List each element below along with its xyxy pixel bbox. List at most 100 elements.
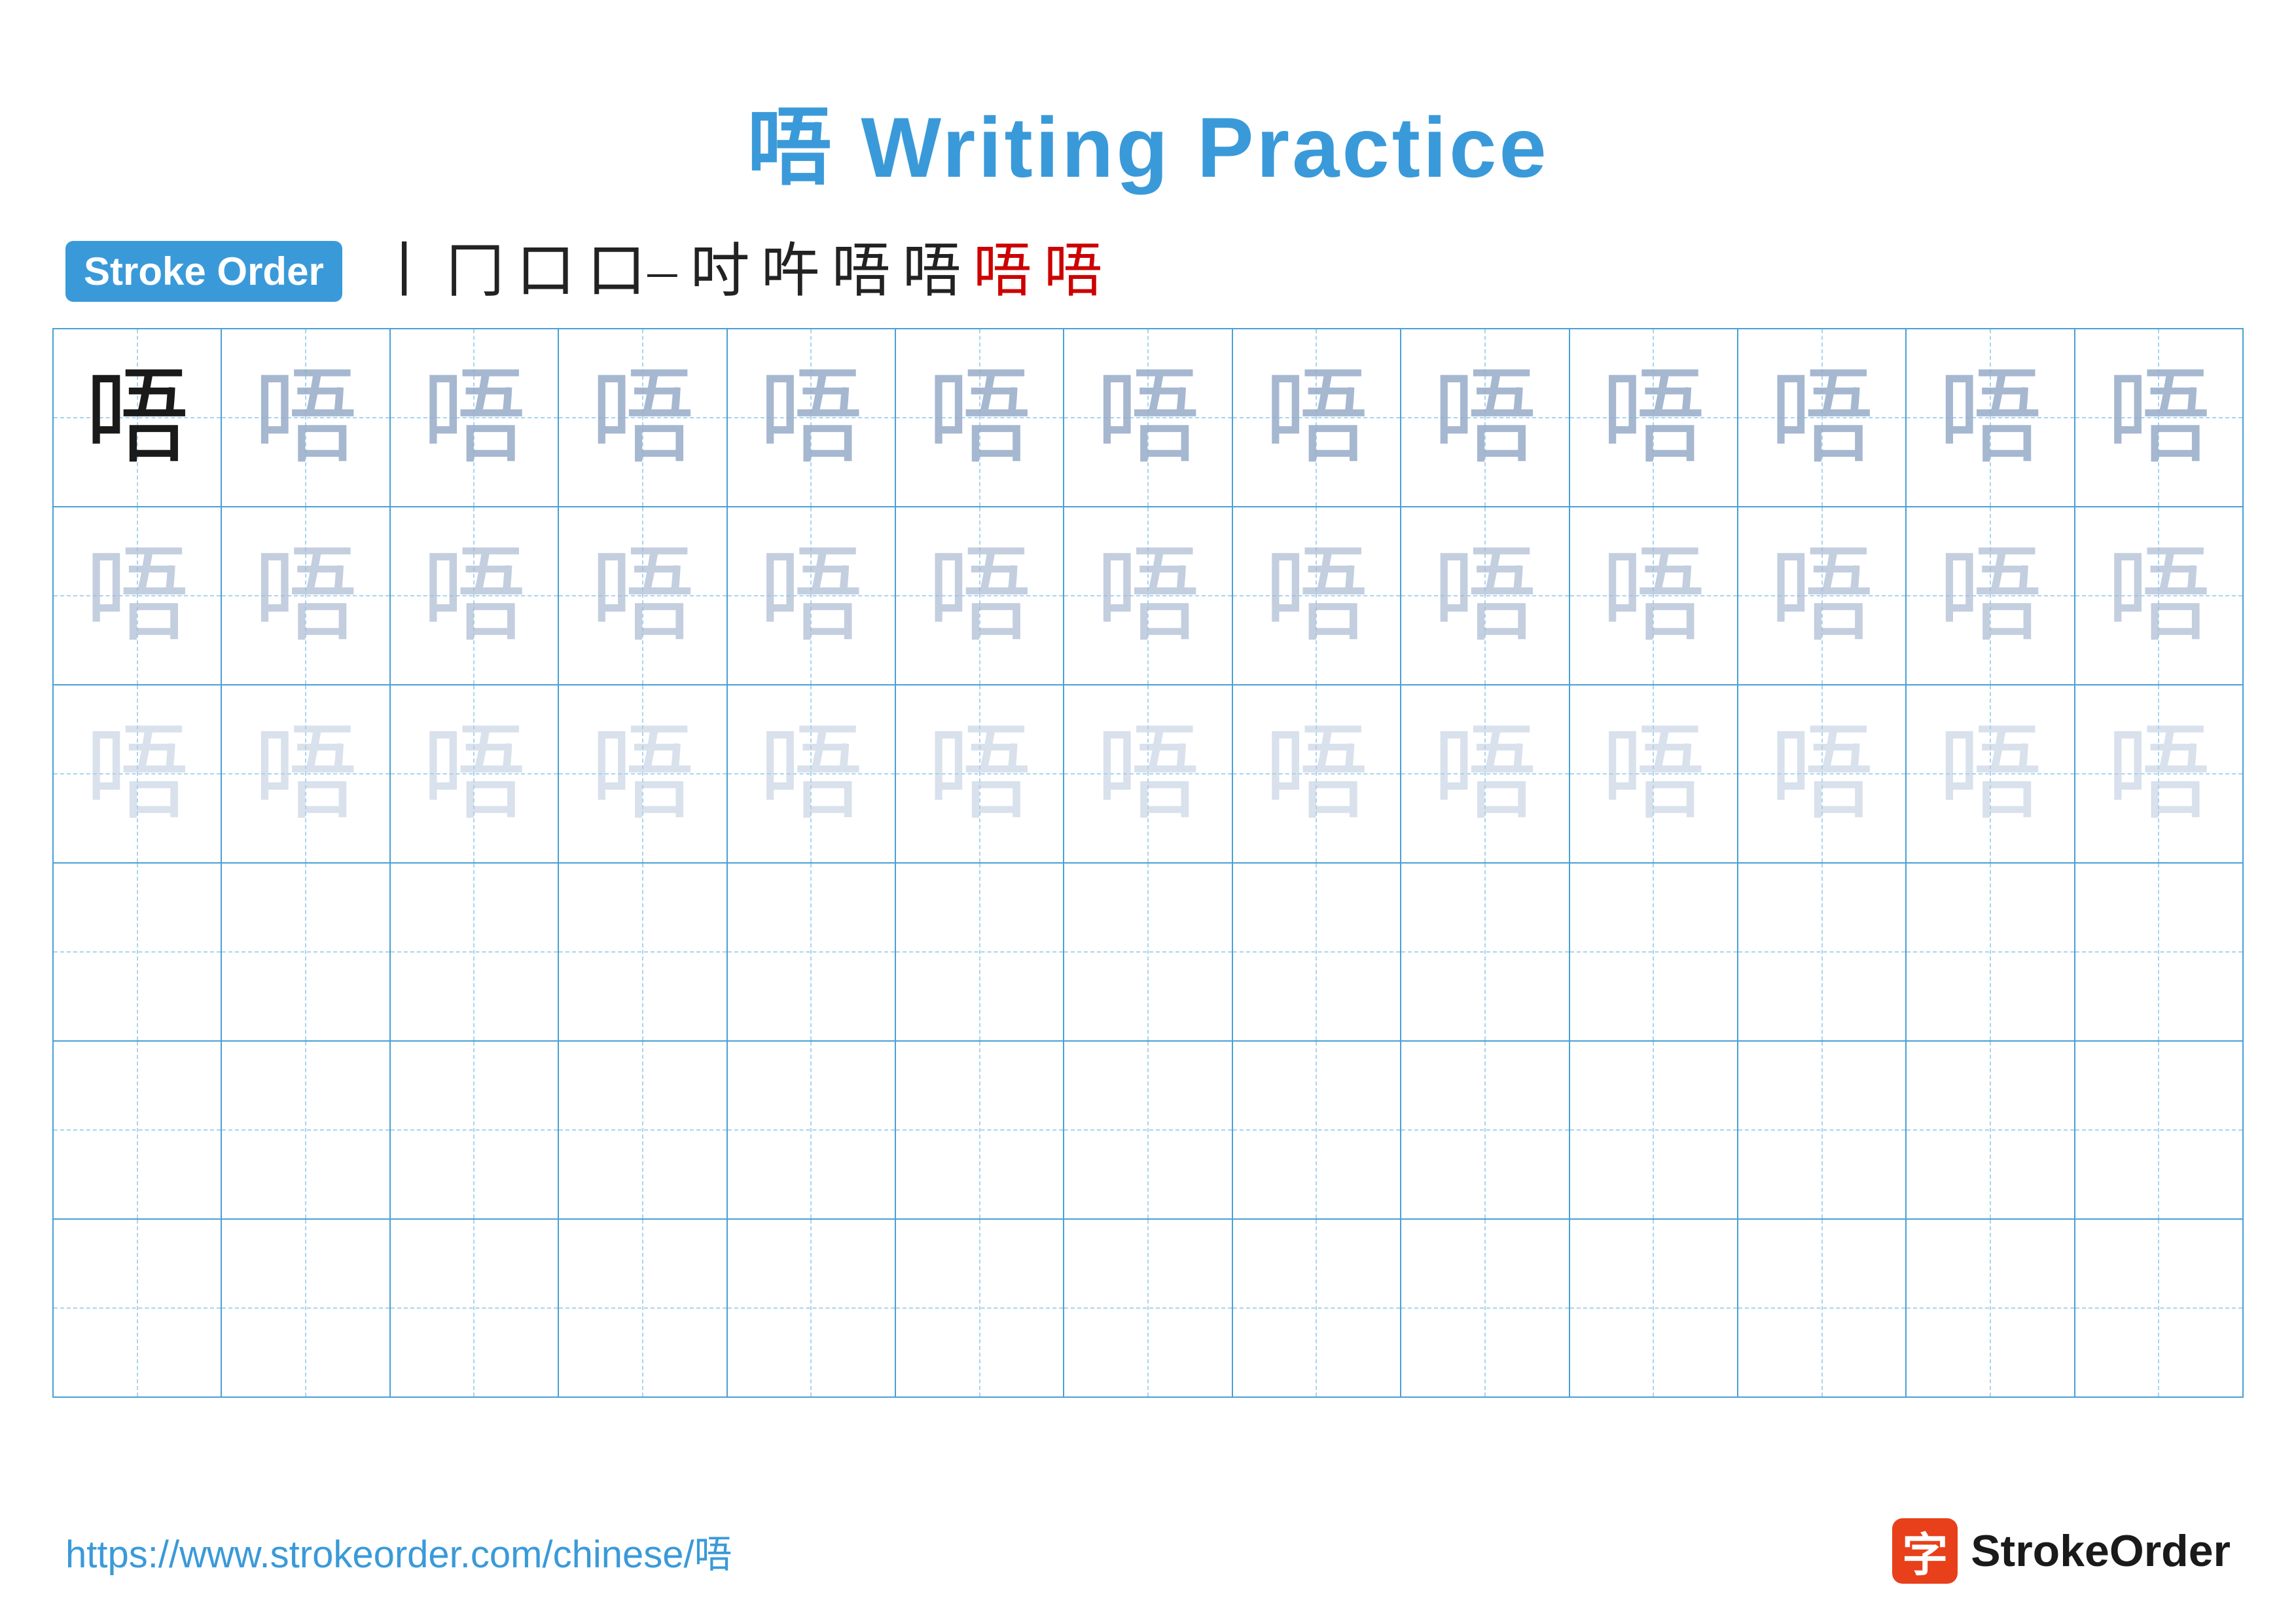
grid-cell-2-9[interactable]: 唔 bbox=[1401, 507, 1570, 684]
practice-grid: 唔 唔 唔 唔 唔 唔 唔 唔 唔 唔 唔 唔 唔 唔 唔 唔 唔 唔 唔 唔 … bbox=[52, 328, 2244, 1398]
grid-cell-5-1[interactable] bbox=[54, 1042, 222, 1218]
grid-cell-4-12[interactable] bbox=[1907, 864, 2075, 1040]
grid-cell-4-1[interactable] bbox=[54, 864, 222, 1040]
grid-row-2: 唔 唔 唔 唔 唔 唔 唔 唔 唔 唔 唔 唔 唔 bbox=[54, 507, 2242, 685]
grid-cell-4-4[interactable] bbox=[559, 864, 727, 1040]
grid-cell-2-8[interactable]: 唔 bbox=[1233, 507, 1401, 684]
footer: https://www.strokeorder.com/chinese/唔 字 … bbox=[65, 1518, 2231, 1584]
grid-cell-4-9[interactable] bbox=[1401, 864, 1570, 1040]
grid-cell-2-2[interactable]: 唔 bbox=[222, 507, 390, 684]
grid-cell-1-8[interactable]: 唔 bbox=[1233, 329, 1401, 506]
grid-cell-2-12[interactable]: 唔 bbox=[1907, 507, 2075, 684]
grid-cell-5-4[interactable] bbox=[559, 1042, 727, 1218]
grid-cell-1-13[interactable]: 唔 bbox=[2075, 329, 2242, 506]
char-light: 唔 bbox=[85, 721, 190, 826]
grid-cell-1-11[interactable]: 唔 bbox=[1738, 329, 1907, 506]
grid-cell-6-1[interactable] bbox=[54, 1220, 222, 1396]
grid-cell-2-7[interactable]: 唔 bbox=[1064, 507, 1232, 684]
grid-cell-3-11[interactable]: 唔 bbox=[1738, 685, 1907, 862]
grid-cell-3-10[interactable]: 唔 bbox=[1570, 685, 1738, 862]
grid-cell-3-7[interactable]: 唔 bbox=[1064, 685, 1232, 862]
grid-cell-2-10[interactable]: 唔 bbox=[1570, 507, 1738, 684]
grid-cell-2-1[interactable]: 唔 bbox=[54, 507, 222, 684]
char-light: 唔 bbox=[1264, 721, 1369, 826]
stroke-step-4: 口一 bbox=[587, 242, 679, 301]
grid-cell-6-5[interactable] bbox=[728, 1220, 896, 1396]
char-light: 唔 bbox=[759, 721, 863, 826]
grid-cell-3-3[interactable]: 唔 bbox=[391, 685, 559, 862]
grid-cell-4-3[interactable] bbox=[391, 864, 559, 1040]
grid-cell-6-7[interactable] bbox=[1064, 1220, 1232, 1396]
stroke-step-5: 吋 bbox=[691, 242, 749, 301]
grid-cell-2-13[interactable]: 唔 bbox=[2075, 507, 2242, 684]
grid-cell-1-10[interactable]: 唔 bbox=[1570, 329, 1738, 506]
stroke-step-7: 唔 bbox=[832, 242, 891, 301]
grid-cell-2-4[interactable]: 唔 bbox=[559, 507, 727, 684]
stroke-order-badge: Stroke Order bbox=[65, 241, 342, 302]
grid-cell-3-12[interactable]: 唔 bbox=[1907, 685, 2075, 862]
grid-cell-5-8[interactable] bbox=[1233, 1042, 1401, 1218]
grid-cell-3-8[interactable]: 唔 bbox=[1233, 685, 1401, 862]
grid-cell-6-2[interactable] bbox=[222, 1220, 390, 1396]
grid-row-3: 唔 唔 唔 唔 唔 唔 唔 唔 唔 唔 唔 唔 唔 bbox=[54, 685, 2242, 864]
grid-cell-4-2[interactable] bbox=[222, 864, 390, 1040]
grid-cell-3-2[interactable]: 唔 bbox=[222, 685, 390, 862]
grid-cell-5-3[interactable] bbox=[391, 1042, 559, 1218]
grid-cell-3-6[interactable]: 唔 bbox=[896, 685, 1064, 862]
grid-cell-3-4[interactable]: 唔 bbox=[559, 685, 727, 862]
grid-cell-6-12[interactable] bbox=[1907, 1220, 2075, 1396]
grid-cell-5-10[interactable] bbox=[1570, 1042, 1738, 1218]
grid-cell-5-6[interactable] bbox=[896, 1042, 1064, 1218]
char-light: 唔 bbox=[422, 543, 526, 648]
grid-cell-6-9[interactable] bbox=[1401, 1220, 1570, 1396]
grid-cell-4-8[interactable] bbox=[1233, 864, 1401, 1040]
grid-cell-5-7[interactable] bbox=[1064, 1042, 1232, 1218]
grid-cell-3-1[interactable]: 唔 bbox=[54, 685, 222, 862]
char-light: 唔 bbox=[422, 721, 526, 826]
grid-cell-1-9[interactable]: 唔 bbox=[1401, 329, 1570, 506]
grid-cell-2-3[interactable]: 唔 bbox=[391, 507, 559, 684]
grid-cell-4-7[interactable] bbox=[1064, 864, 1232, 1040]
grid-cell-5-2[interactable] bbox=[222, 1042, 390, 1218]
grid-cell-3-9[interactable]: 唔 bbox=[1401, 685, 1570, 862]
grid-cell-5-11[interactable] bbox=[1738, 1042, 1907, 1218]
grid-cell-5-5[interactable] bbox=[728, 1042, 896, 1218]
footer-url[interactable]: https://www.strokeorder.com/chinese/唔 bbox=[65, 1523, 732, 1578]
grid-cell-1-7[interactable]: 唔 bbox=[1064, 329, 1232, 506]
grid-cell-6-11[interactable] bbox=[1738, 1220, 1907, 1396]
grid-cell-3-5[interactable]: 唔 bbox=[728, 685, 896, 862]
grid-cell-4-10[interactable] bbox=[1570, 864, 1738, 1040]
grid-cell-2-6[interactable]: 唔 bbox=[896, 507, 1064, 684]
grid-cell-5-12[interactable] bbox=[1907, 1042, 2075, 1218]
grid-cell-1-4[interactable]: 唔 bbox=[559, 329, 727, 506]
grid-cell-4-13[interactable] bbox=[2075, 864, 2242, 1040]
grid-cell-2-11[interactable]: 唔 bbox=[1738, 507, 1907, 684]
grid-cell-1-3[interactable]: 唔 bbox=[391, 329, 559, 506]
char-light: 唔 bbox=[1096, 721, 1200, 826]
grid-cell-4-5[interactable] bbox=[728, 864, 896, 1040]
grid-cell-5-13[interactable] bbox=[2075, 1042, 2242, 1218]
grid-cell-6-13[interactable] bbox=[2075, 1220, 2242, 1396]
grid-cell-6-8[interactable] bbox=[1233, 1220, 1401, 1396]
char-light: 唔 bbox=[927, 543, 1032, 648]
grid-cell-5-9[interactable] bbox=[1401, 1042, 1570, 1218]
grid-cell-2-5[interactable]: 唔 bbox=[728, 507, 896, 684]
stroke-step-6: 吘 bbox=[761, 242, 820, 301]
grid-cell-4-6[interactable] bbox=[896, 864, 1064, 1040]
grid-cell-1-1[interactable]: 唔 bbox=[54, 329, 222, 506]
grid-cell-3-13[interactable]: 唔 bbox=[2075, 685, 2242, 862]
grid-cell-4-11[interactable] bbox=[1738, 864, 1907, 1040]
char-light: 唔 bbox=[1601, 543, 1706, 648]
char-light: 唔 bbox=[1938, 721, 2043, 826]
grid-cell-1-5[interactable]: 唔 bbox=[728, 329, 896, 506]
grid-cell-6-4[interactable] bbox=[559, 1220, 727, 1396]
grid-cell-6-3[interactable] bbox=[391, 1220, 559, 1396]
grid-cell-1-2[interactable]: 唔 bbox=[222, 329, 390, 506]
grid-cell-6-10[interactable] bbox=[1570, 1220, 1738, 1396]
grid-cell-1-6[interactable]: 唔 bbox=[896, 329, 1064, 506]
strokeorder-logo-icon: 字 bbox=[1892, 1518, 1958, 1584]
char-light: 唔 bbox=[2106, 543, 2211, 648]
footer-logo: 字 StrokeOrder bbox=[1892, 1518, 2231, 1584]
grid-cell-6-6[interactable] bbox=[896, 1220, 1064, 1396]
grid-cell-1-12[interactable]: 唔 bbox=[1907, 329, 2075, 506]
